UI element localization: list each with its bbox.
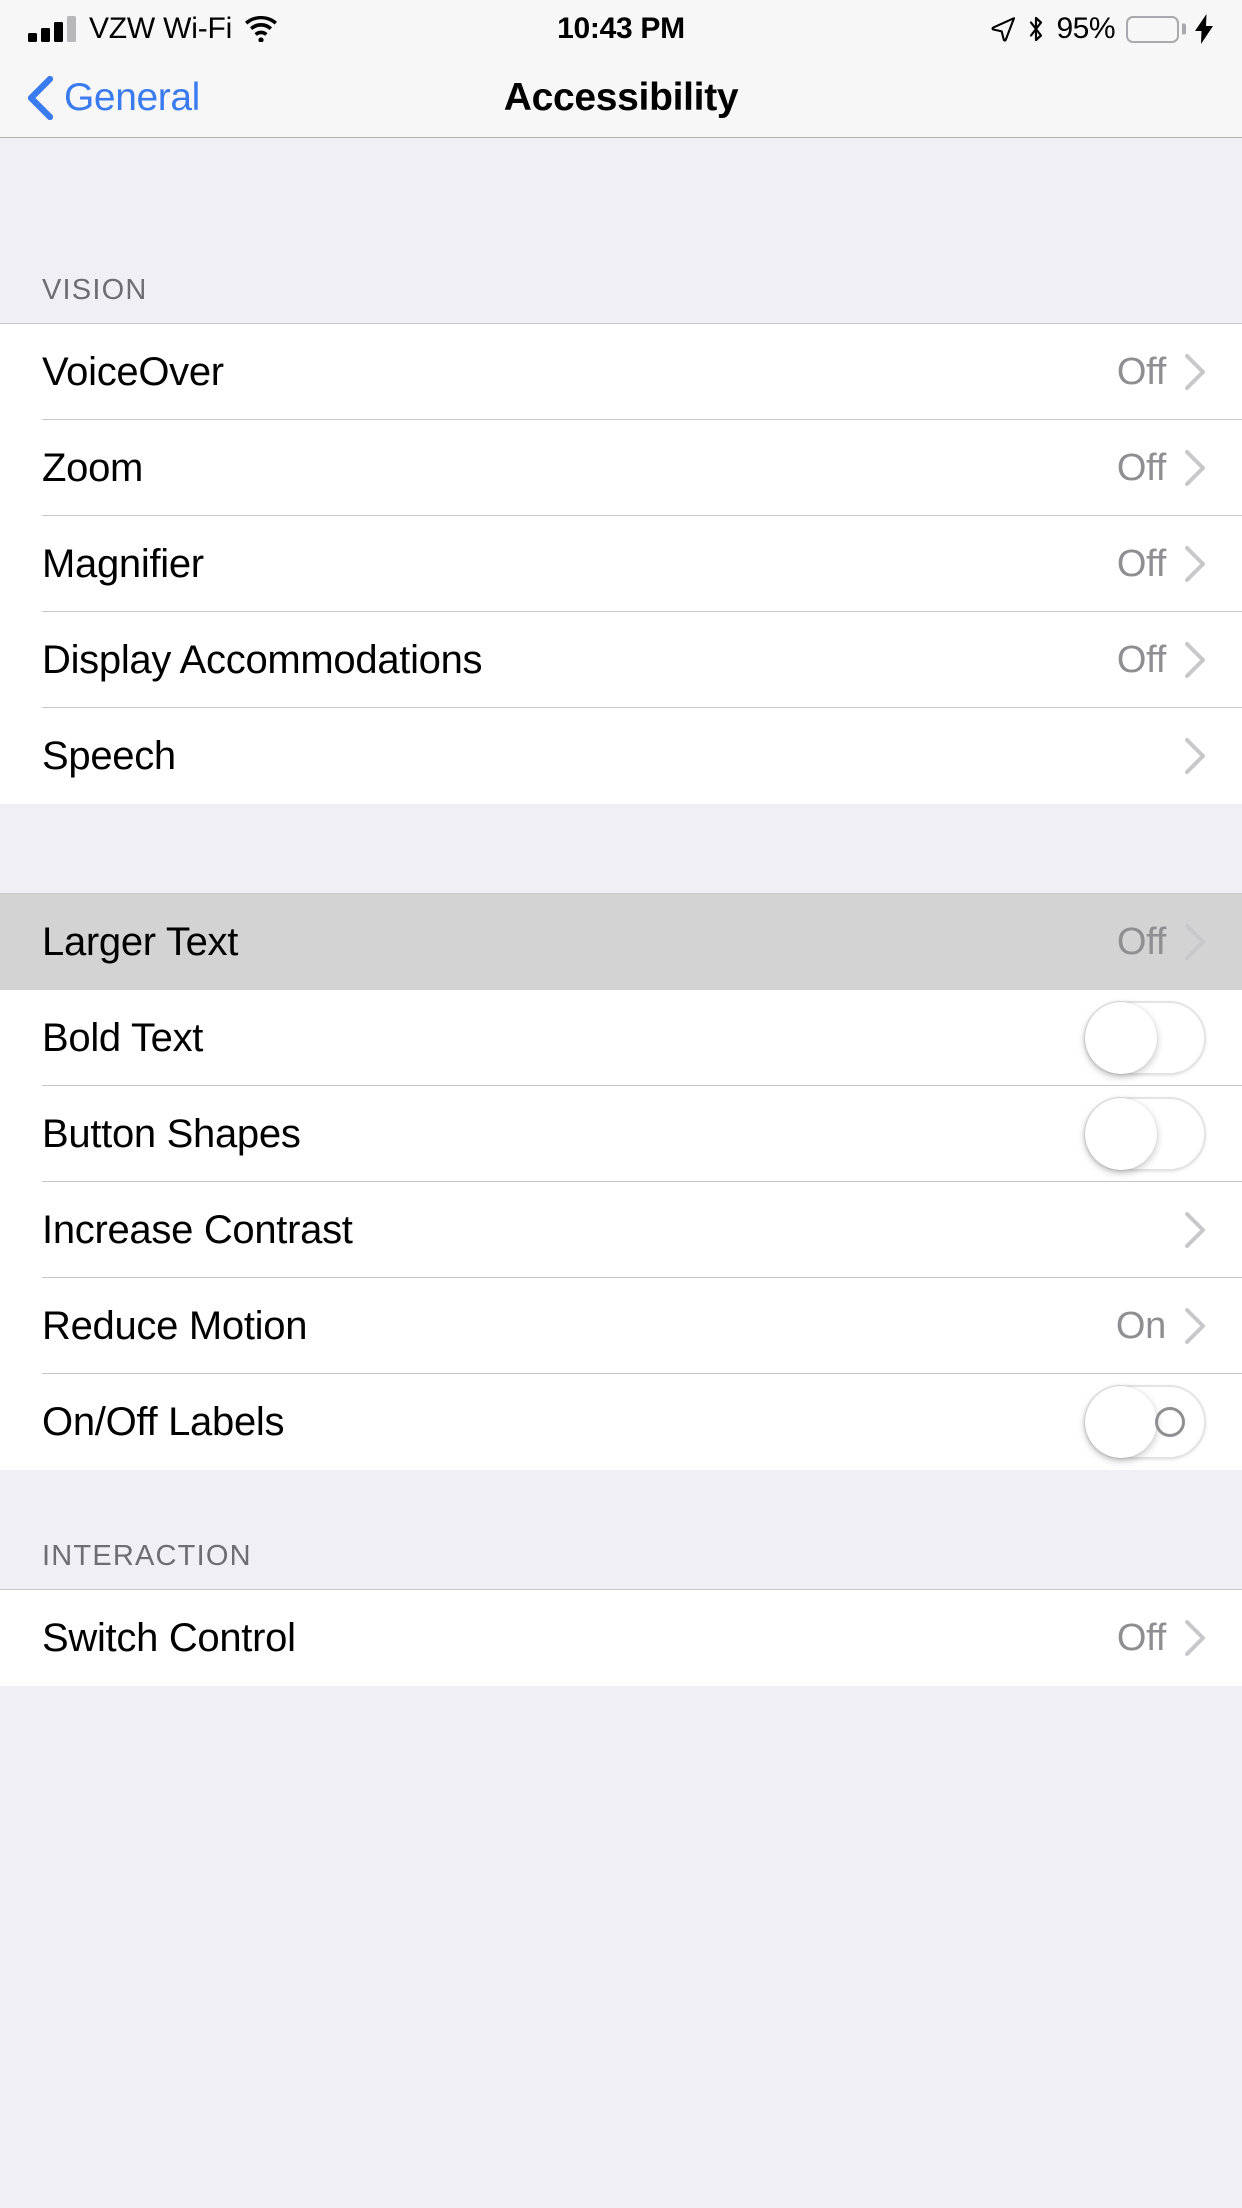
list-top-spacer — [0, 138, 1242, 204]
list-item-value: Off — [1116, 542, 1166, 585]
list-item-magnifier[interactable]: Magnifier Off — [0, 516, 1242, 612]
list-item-label: Speech — [42, 734, 176, 778]
location-arrow-icon — [990, 16, 1016, 42]
list-item-accessory — [1184, 1211, 1206, 1249]
list-item-accessory — [1084, 1001, 1206, 1075]
list-item-label: Magnifier — [42, 542, 204, 586]
chevron-right-icon — [1184, 737, 1206, 775]
chevron-right-icon — [1184, 545, 1206, 583]
list-item-label: Button Shapes — [42, 1112, 301, 1156]
section-spacer — [0, 804, 1242, 894]
chevron-right-icon — [1184, 923, 1206, 961]
list-item-value: Off — [1116, 1616, 1166, 1659]
list-item-value: Off — [1116, 638, 1166, 681]
list-item-label: On/Off Labels — [42, 1400, 285, 1444]
list-item-value: Off — [1116, 920, 1166, 963]
chevron-right-icon — [1184, 1307, 1206, 1345]
list-item-label: Display Accommodations — [42, 638, 483, 682]
status-bar-right: 95% — [990, 12, 1214, 46]
list-item-switch-control[interactable]: Switch Control Off — [0, 1590, 1242, 1686]
list-item-label: Switch Control — [42, 1616, 296, 1660]
chevron-right-icon — [1184, 353, 1206, 391]
list-item-accessory — [1084, 1385, 1206, 1459]
list-item-label: Reduce Motion — [42, 1304, 308, 1348]
clock-label: 10:43 PM — [557, 12, 685, 45]
list-item-zoom[interactable]: Zoom Off — [0, 420, 1242, 516]
section-group-display: Larger Text Off Bold Text Button Shapes Incr… — [0, 894, 1242, 1470]
chevron-right-icon — [1184, 1619, 1206, 1657]
list-item-accessory: Off — [1117, 921, 1206, 964]
list-item-value: Off — [1116, 350, 1166, 393]
toggle-knob — [1085, 1098, 1157, 1170]
list-item-on-off-labels[interactable]: On/Off Labels — [0, 1374, 1242, 1470]
section-header-label: INTERACTION — [42, 1540, 252, 1572]
settings-list[interactable]: VISION VoiceOver Off Zoom Off Magnifier Off Dis… — [0, 138, 1242, 2208]
list-item-larger-text[interactable]: Larger Text Off — [0, 894, 1242, 990]
back-button-label: General — [64, 75, 200, 119]
toggle-switch-button-shapes[interactable] — [1084, 1097, 1206, 1171]
chevron-right-icon — [1184, 641, 1206, 679]
toggle-switch-bold-text[interactable] — [1084, 1001, 1206, 1075]
section-header-label: VISION — [42, 274, 148, 306]
list-item-accessory: Off — [1117, 447, 1206, 490]
list-item-accessory — [1184, 737, 1206, 775]
battery-icon — [1126, 15, 1186, 43]
toggle-knob — [1085, 1386, 1157, 1458]
toggle-off-label-icon — [1155, 1407, 1185, 1437]
section-group-interaction: Switch Control Off — [0, 1590, 1242, 1686]
section-group-vision: VoiceOver Off Zoom Off Magnifier Off Display A… — [0, 324, 1242, 804]
navigation-bar: General Accessibility — [0, 58, 1242, 138]
chevron-right-icon — [1184, 449, 1206, 487]
list-item-bold-text[interactable]: Bold Text — [0, 990, 1242, 1086]
toggle-knob — [1085, 1002, 1157, 1074]
list-item-accessory: Off — [1117, 639, 1206, 682]
back-button[interactable]: General — [0, 75, 200, 120]
list-item-label: VoiceOver — [42, 350, 224, 394]
list-item-value: On — [1115, 1304, 1166, 1347]
status-bar-left: VZW Wi-Fi — [28, 12, 278, 46]
list-item-accessory: On — [1116, 1305, 1206, 1348]
section-header-interaction: INTERACTION — [0, 1470, 1242, 1590]
lightning-bolt-icon — [1194, 14, 1214, 44]
list-item-label: Larger Text — [42, 920, 239, 964]
list-item-display-accommodations[interactable]: Display Accommodations Off — [0, 612, 1242, 708]
carrier-label: VZW Wi-Fi — [89, 12, 233, 45]
list-item-accessory — [1084, 1097, 1206, 1171]
list-item-label: Zoom — [42, 446, 144, 490]
toggle-switch-on-off-labels[interactable] — [1084, 1385, 1206, 1459]
list-item-button-shapes[interactable]: Button Shapes — [0, 1086, 1242, 1182]
list-item-voiceover[interactable]: VoiceOver Off — [0, 324, 1242, 420]
bluetooth-icon — [1027, 15, 1045, 43]
list-item-increase-contrast[interactable]: Increase Contrast — [0, 1182, 1242, 1278]
list-item-label: Increase Contrast — [42, 1208, 353, 1252]
status-bar: VZW Wi-Fi 10:43 PM 95% — [0, 0, 1242, 58]
cellular-signal-icon — [28, 16, 76, 42]
wifi-icon — [245, 16, 278, 42]
chevron-left-icon — [26, 75, 54, 120]
list-item-accessory: Off — [1117, 1617, 1206, 1660]
list-item-speech[interactable]: Speech — [0, 708, 1242, 804]
page-title-text: Accessibility — [503, 75, 739, 119]
list-item-reduce-motion[interactable]: Reduce Motion On — [0, 1278, 1242, 1374]
list-item-accessory: Off — [1117, 543, 1206, 586]
list-item-accessory: Off — [1117, 351, 1206, 394]
section-header-vision: VISION — [0, 204, 1242, 324]
battery-percent-label: 95% — [1056, 12, 1115, 45]
list-item-value: Off — [1116, 446, 1166, 489]
chevron-right-icon — [1184, 1211, 1206, 1249]
list-item-label: Bold Text — [42, 1016, 204, 1060]
